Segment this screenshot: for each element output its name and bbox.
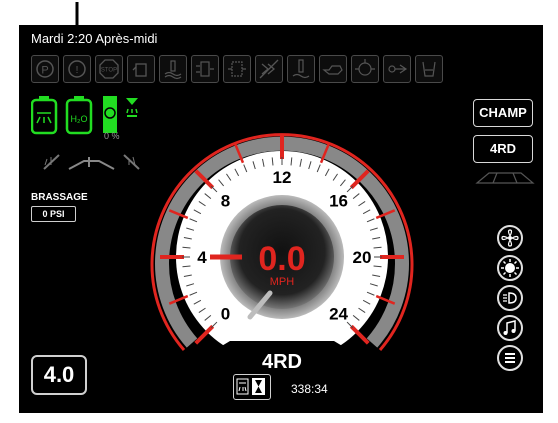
fuel-water-icon (127, 55, 155, 83)
engine-warning-icon (351, 55, 379, 83)
regen-inhibit-icon (255, 55, 283, 83)
percent-label: 0 % (104, 131, 120, 141)
speed-value: 0.0 (258, 240, 305, 278)
boom-nozzle-icon (126, 98, 138, 117)
hydraulic-temp-icon (287, 55, 315, 83)
datetime-label: Mardi 2:20 Après-midi (31, 31, 158, 46)
water-tank-icon: H₂O (65, 96, 93, 135)
brassage-pressure-field[interactable]: 0 PSI (31, 206, 76, 222)
hydraulic-filter-icon (223, 55, 251, 83)
speed-unit: MPH (270, 276, 295, 288)
hours-counter: 338:34 (291, 382, 328, 396)
headlight-icon[interactable] (497, 285, 523, 311)
hourglass-icon (236, 378, 265, 395)
version-display[interactable]: 4.0 (31, 355, 87, 395)
transmission-icon (383, 55, 411, 83)
sprayer-tank-icon (31, 96, 58, 135)
boom-section-icons (43, 154, 140, 170)
def-level-icon (415, 55, 443, 83)
stop-icon: STOP (95, 55, 123, 83)
tick-label-4: 4 (197, 248, 207, 267)
light-icon[interactable] (497, 255, 523, 281)
tick-label-20: 20 (353, 248, 372, 267)
brassage-label: BRASSAGE (31, 192, 88, 203)
music-icon[interactable] (497, 315, 523, 341)
svg-text:H₂O: H₂O (71, 114, 88, 124)
steering-mode-icon (475, 172, 535, 184)
brake-warning-icon: ! (63, 55, 91, 83)
dashboard-screen: Mardi 2:20 Après-midi P ! STOP H₂O 0 % B… (19, 25, 543, 413)
tick-label-12: 12 (273, 168, 292, 187)
tick-label-24: 24 (329, 305, 348, 324)
coolant-level-icon (159, 55, 187, 83)
svg-text:!: ! (76, 65, 79, 76)
tick-label-8: 8 (221, 191, 230, 210)
tick-label-16: 16 (329, 191, 348, 210)
speedometer-gauge: 0 4 8 12 16 20 24 0.0 MPH 4RD (150, 133, 414, 373)
fan-icon[interactable] (497, 225, 523, 251)
engine-oil-icon (319, 55, 347, 83)
drive-mode-label: 4RD (262, 351, 302, 373)
menu-icon[interactable] (497, 345, 523, 371)
fan-status-icon (103, 96, 117, 133)
air-filter-icon (191, 55, 219, 83)
parking-brake-icon: P (31, 55, 59, 83)
svg-text:P: P (41, 65, 48, 77)
champ-mode-button[interactable]: CHAMP (473, 99, 533, 127)
status-icon-group: H₂O (31, 96, 138, 135)
svg-text:STOP: STOP (101, 68, 117, 74)
tick-label-0: 0 (221, 305, 230, 324)
spray-timer-button[interactable] (233, 374, 271, 400)
drive-4rd-button[interactable]: 4RD (473, 135, 533, 163)
